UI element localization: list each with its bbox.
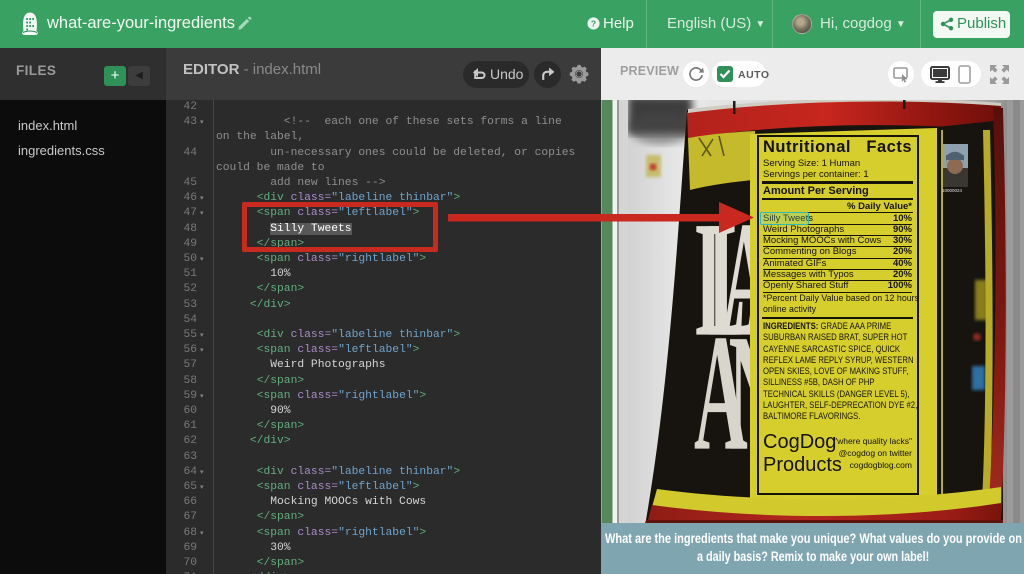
svg-text:10000024: 10000024 [942,188,963,193]
svg-text:?: ? [591,19,596,29]
